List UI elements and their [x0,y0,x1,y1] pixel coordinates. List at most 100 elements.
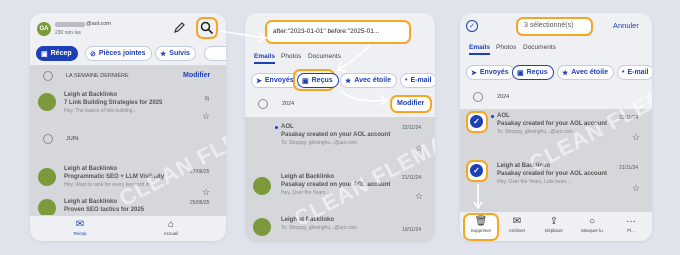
selection-count: 3 sélectionné(s) [524,22,574,29]
tab-emails-underline [254,62,275,64]
chip-label: Suivis [169,50,190,57]
section2-label: JUIN [66,136,79,142]
chip-attachments[interactable]: ⊘ Pièces jointes [85,46,152,61]
star-icon: ★ [345,77,352,85]
star-icon[interactable]: ☆ [202,187,210,198]
sender-avatar [253,177,271,195]
tab-documents[interactable]: Documents [308,53,341,60]
delete-button[interactable]: 🗑 Supprimer [465,216,497,233]
star-icon[interactable]: ☆ [415,143,423,154]
row-checkbox-checked[interactable]: ✓ [470,164,483,177]
tab-emails[interactable]: Emails [469,44,490,51]
row-sender: Leigh at Backlinko [281,217,335,223]
row-preview: To: Stroppy, glksmghu...@aol.com [281,140,357,146]
star-icon[interactable]: ☆ [632,132,640,143]
year-label: 2024 [282,101,295,107]
tab-photos[interactable]: Photos [281,53,301,60]
chip-received[interactable]: ▣ Reçus [512,65,554,80]
unread-dot [275,126,278,129]
chip-sent[interactable]: ➤ Envoyés [466,65,515,80]
row-sender: AOL [497,113,510,119]
trash-icon: 🗑 [474,216,488,227]
action-label: Pl... [627,228,635,233]
search-input[interactable]: after:"2023-01-01" before:"2025-01... [273,28,379,35]
archive-button[interactable]: ✉ Archiver [501,216,533,233]
search-icon[interactable] [200,21,214,40]
star-icon[interactable]: ☆ [415,191,423,202]
chip-label: Récep [50,50,72,57]
section-label: LA SEMAINE DERNIÈRE [66,73,129,79]
bottom-nav: ✉ Récep ⌂ Accueil [30,215,226,241]
row-preview: Hey, Over the Years... [281,190,330,196]
chip-inbox[interactable]: ▣ Récep [36,46,78,61]
select-all-radio[interactable] [258,99,268,109]
chip-label: Envoyés [479,69,509,76]
compose-icon[interactable] [173,21,186,39]
cancel-button[interactable]: Annuler [613,21,639,30]
unread-count: 230 non lus [55,30,81,36]
row-preview: To: Stroppy, glksmghu...@aol.com [497,129,573,135]
star-icon: ★ [562,69,569,77]
row-subject: Programmatic SEO + LLM Visibility [64,174,165,180]
row-subject: 7 Link Building Strategies for 2025 [64,100,163,106]
avatar-initials: GA [39,26,49,32]
row-subject: Proven SEO tactics for 2025 [64,207,145,213]
row-date: 27/06/25 [190,169,210,175]
row-preview: To: Stroppy, glksmghu...@aol.com [281,225,357,231]
nav-inbox[interactable]: ✉ Récep [64,219,96,236]
chip-label: Avec étoile [571,69,608,76]
select-all-radio[interactable] [473,92,483,102]
row-subject: Pasakay created for your AOL account [497,171,608,177]
row-sender: Leigh at Backlinko [64,92,118,98]
select-all-radio[interactable] [43,71,53,81]
dot-icon: • [405,77,408,84]
more-button[interactable]: ··· Pl... [615,216,647,233]
tab-emails[interactable]: Emails [254,53,275,60]
row-date: 25/06/25 [190,200,210,206]
chip-starred[interactable]: ★ Avec étoile [340,73,397,88]
inbox-screen: GA @aol.com 230 non lus ▣ Récep ⊘ Pièces j… [30,13,226,241]
star-icon[interactable]: ☆ [202,111,210,122]
row-date: 22/11/24 [402,125,422,131]
row-sender: Leigh at Backlinko [64,166,118,172]
row-radio[interactable] [43,134,53,144]
nav-label: Récep [73,231,87,236]
avatar[interactable]: GA [37,22,51,36]
row-sender: Leigh at Backlinko [64,199,118,205]
row-sender: Leigh at Backlinko [497,163,551,169]
chip-starred[interactable]: ★ Avec étoile [557,65,614,80]
chip-followed[interactable]: ★ Suivis [155,46,196,61]
modify-link[interactable]: Modifier [183,72,210,79]
unread-dot [491,115,494,118]
chip-received[interactable]: ▣ Reçus [297,73,339,88]
selection-screen: ✓ 3 sélectionné(s) Annuler Emails Photos… [460,13,652,241]
sender-avatar [38,93,56,111]
row-preview: Hey, Over the Years, Lots been... [497,179,571,185]
tab-photos[interactable]: Photos [496,44,516,51]
action-label: Archiver [508,228,526,233]
row-checkbox-checked[interactable]: ✓ [470,115,483,128]
archive-icon: ✉ [512,216,522,227]
chip-label: E-mail [627,69,649,76]
chip-more[interactable] [204,46,226,61]
mark-read-button[interactable]: ○ Marquer lu [576,216,608,233]
move-button[interactable]: ⇪ Déplacer [538,216,570,233]
nav-home[interactable]: ⌂ Accueil [155,219,187,236]
chip-email[interactable]: • E-mail [617,65,652,80]
modify-link[interactable]: Modifier [397,100,424,107]
chip-label: E-mail [410,77,432,84]
chip-label: Reçus [526,69,548,76]
action-bar: 🗑 Supprimer ✉ Archiver ⇪ Déplacer ○ Marq… [460,211,652,241]
star-icon: ★ [160,50,167,58]
paperclip-icon: ⊘ [90,50,96,58]
tab-documents[interactable]: Documents [523,44,556,51]
dot-icon: • [622,69,625,76]
down-arrow [473,184,483,210]
send-icon: ➤ [256,77,262,85]
tab-emails-underline [469,53,490,55]
chip-email[interactable]: • E-mail [400,73,435,88]
star-icon[interactable]: ☆ [632,183,640,194]
send-icon: ➤ [471,69,477,77]
circle-icon: ○ [588,216,596,227]
select-check-icon[interactable]: ✓ [466,20,478,32]
